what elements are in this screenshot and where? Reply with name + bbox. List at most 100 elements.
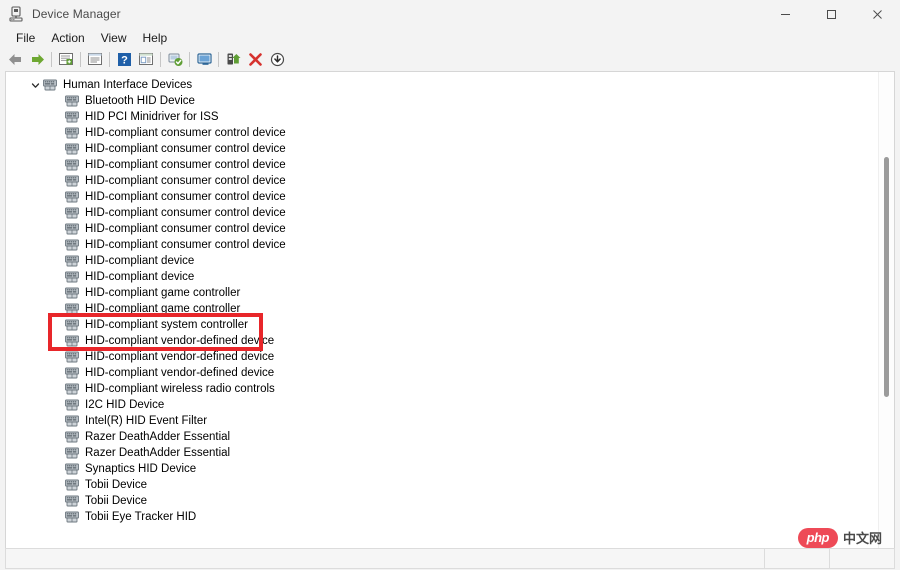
window-controls (762, 0, 900, 28)
tree-item-label: Razer DeathAdder Essential (85, 447, 231, 459)
scan-hardware-changes-icon[interactable] (164, 49, 186, 69)
tree-item[interactable]: Synaptics HID Device (6, 461, 866, 477)
tree-item-label: HID-compliant consumer control device (85, 239, 286, 251)
tree-item[interactable]: HID-compliant vendor-defined device (6, 349, 866, 365)
tree-item-label: HID-compliant vendor-defined device (85, 335, 275, 347)
menu-action[interactable]: Action (43, 29, 92, 47)
tree-item[interactable]: HID-compliant consumer control device (6, 237, 866, 253)
tree-item[interactable]: HID-compliant vendor-defined device (6, 365, 866, 381)
tree-item[interactable]: HID-compliant consumer control device (6, 125, 866, 141)
window-title: Device Manager (32, 7, 121, 21)
help-icon[interactable]: ? (113, 49, 135, 69)
toolbar-separator (80, 51, 81, 67)
hid-device-icon (64, 365, 80, 381)
close-button[interactable] (854, 0, 900, 28)
tree-item[interactable]: HID-compliant game controller (6, 301, 866, 317)
tree-item[interactable]: Bluetooth HID Device (6, 93, 866, 109)
tree-item[interactable]: Razer DeathAdder Essential (6, 445, 866, 461)
tree-item[interactable]: HID-compliant consumer control device (6, 173, 866, 189)
tree-item[interactable]: HID-compliant consumer control device (6, 141, 866, 157)
tree-item[interactable]: I2C HID Device (6, 397, 866, 413)
forward-icon[interactable] (26, 49, 48, 69)
vertical-scrollbar-thumb[interactable] (884, 157, 889, 397)
back-icon[interactable] (4, 49, 26, 69)
toolbar-separator (218, 51, 219, 67)
tree-item-label: Intel(R) HID Event Filter (85, 415, 208, 427)
tree-item-label: HID-compliant system controller (85, 319, 248, 331)
tree-item[interactable]: Tobii Device (6, 493, 866, 509)
hid-device-icon (64, 109, 80, 125)
tree-item[interactable]: HID-compliant consumer control device (6, 157, 866, 173)
tree-item-label: HID-compliant consumer control device (85, 223, 286, 235)
view-list-icon[interactable] (135, 49, 157, 69)
watermark-badge: php (797, 527, 838, 548)
hid-device-icon (64, 253, 80, 269)
horizontal-scrollbar-track[interactable] (6, 549, 764, 568)
disable-device-icon[interactable] (266, 49, 288, 69)
device-manager-window: Device Manager File Action View Help ? H… (0, 0, 900, 570)
chevron-down-icon[interactable] (28, 77, 42, 93)
toolbar-separator (189, 51, 190, 67)
menu-help[interactable]: Help (135, 29, 176, 47)
tree-root-human-interface-devices[interactable]: Human Interface Devices (6, 77, 866, 93)
toolbar-separator (160, 51, 161, 67)
computer-icon[interactable] (193, 49, 215, 69)
status-pane-1 (764, 549, 829, 568)
hid-device-icon (64, 349, 80, 365)
minimize-button[interactable] (762, 0, 808, 28)
tree-item-label: HID-compliant wireless radio controls (85, 383, 275, 395)
tree-item-label: HID-compliant consumer control device (85, 207, 286, 219)
tree-item[interactable]: HID-compliant consumer control device (6, 221, 866, 237)
device-tree: Human Interface Devices Bluetooth HID De… (6, 77, 866, 525)
tree-item[interactable]: Intel(R) HID Event Filter (6, 413, 866, 429)
title-bar: Device Manager (0, 0, 900, 28)
toolbar-separator (109, 51, 110, 67)
tree-item[interactable]: Razer DeathAdder Essential (6, 429, 866, 445)
tree-item[interactable]: Tobii Eye Tracker HID (6, 509, 866, 525)
maximize-button[interactable] (808, 0, 854, 28)
tree-item-label: HID-compliant vendor-defined device (85, 351, 275, 363)
tree-item-label: Bluetooth HID Device (85, 95, 195, 107)
tree-item[interactable]: HID PCI Minidriver for ISS (6, 109, 866, 125)
menu-file[interactable]: File (8, 29, 43, 47)
tree-item-label: HID-compliant vendor-defined device (85, 367, 275, 379)
tree-item-label: HID-compliant consumer control device (85, 127, 286, 139)
tree-item[interactable]: HID-compliant device (6, 269, 866, 285)
hid-device-icon (64, 93, 80, 109)
tree-item-label: Tobii Eye Tracker HID (85, 511, 197, 523)
device-tree-pane[interactable]: Human Interface Devices Bluetooth HID De… (5, 71, 895, 565)
vertical-scrollbar[interactable] (878, 72, 894, 564)
hid-device-icon (64, 237, 80, 253)
watermark: php 中文网 (797, 527, 882, 548)
tree-item[interactable]: HID-compliant vendor-defined device (6, 333, 866, 349)
hid-device-icon (64, 477, 80, 493)
tree-item-label: HID-compliant consumer control device (85, 175, 286, 187)
tree-item[interactable]: HID-compliant consumer control device (6, 205, 866, 221)
hid-device-icon (64, 397, 80, 413)
tree-item-label: HID-compliant device (85, 255, 195, 267)
menu-view[interactable]: View (93, 29, 135, 47)
hid-device-icon (64, 413, 80, 429)
tree-item[interactable]: Tobii Device (6, 477, 866, 493)
horizontal-scrollbar[interactable] (5, 548, 895, 569)
tree-item-label: HID-compliant consumer control device (85, 191, 286, 203)
tree-item[interactable]: HID-compliant wireless radio controls (6, 381, 866, 397)
tree-item[interactable]: HID-compliant game controller (6, 285, 866, 301)
hid-device-icon (64, 445, 80, 461)
toolbar: ? (0, 48, 900, 70)
hid-device-icon (64, 157, 80, 173)
show-hidden-devices-icon[interactable] (55, 49, 77, 69)
hid-device-icon (64, 509, 80, 525)
tree-item-label: HID-compliant game controller (85, 287, 241, 299)
update-driver-icon[interactable] (222, 49, 244, 69)
watermark-text: 中文网 (842, 531, 882, 547)
tree-item[interactable]: HID-compliant consumer control device (6, 189, 866, 205)
uninstall-device-icon[interactable] (244, 49, 266, 69)
properties-icon[interactable] (84, 49, 106, 69)
tree-item[interactable]: HID-compliant device (6, 253, 866, 269)
tree-item-label: Synaptics HID Device (85, 463, 197, 475)
tree-item[interactable]: HID-compliant system controller (6, 317, 866, 333)
menu-bar: File Action View Help (0, 28, 900, 48)
hid-device-icon (64, 125, 80, 141)
tree-item-label: I2C HID Device (85, 399, 165, 411)
